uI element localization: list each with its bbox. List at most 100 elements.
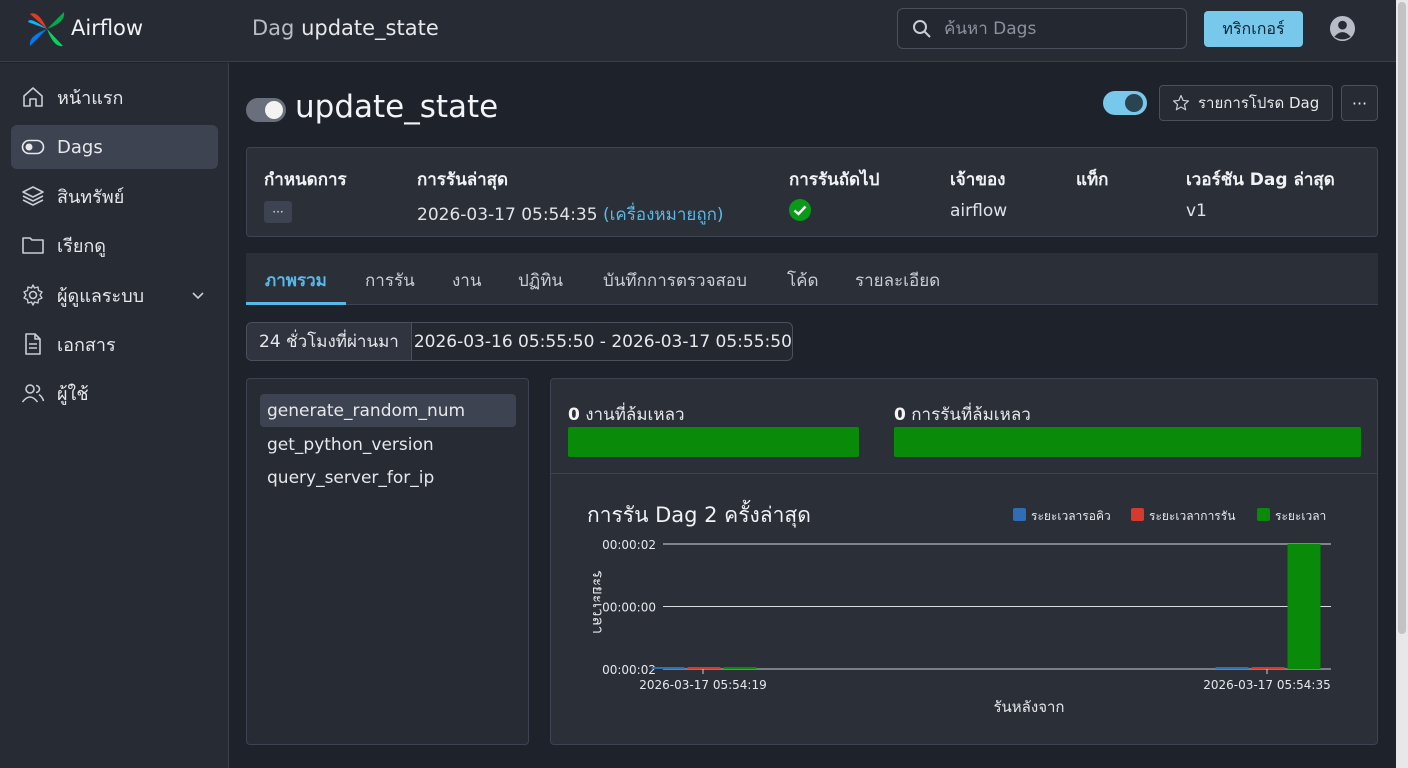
tab-overview[interactable]: ภาพรวม: [265, 267, 327, 294]
sidebar-item-label: หน้าแรก: [57, 87, 124, 109]
sidebar-item-label: เรียกดู: [57, 235, 106, 257]
failed-runs-label: การรันที่ล้มเหลว: [911, 405, 1031, 425]
sidebar-item-admin[interactable]: ผู้ดูแลระบบ: [11, 273, 218, 317]
version-column: เวอร์ชัน Dag ล่าสุด v1: [1186, 166, 1335, 221]
x-tick-label: 2026-03-17 05:54:35: [1203, 678, 1330, 692]
tab-details[interactable]: รายละเอียด: [855, 267, 940, 294]
schedule-label: กำหนดการ: [264, 170, 347, 190]
sidebar-item-label: สินทรัพย์: [57, 186, 125, 208]
tab-code[interactable]: โค้ด: [787, 267, 819, 294]
favorite-dag-label: รายการโปรด Dag: [1198, 94, 1320, 112]
chart-bar[interactable]: [1287, 544, 1321, 669]
legend-swatch[interactable]: [1013, 508, 1026, 521]
sidebar-item-dags[interactable]: Dags: [11, 125, 218, 169]
page-title: Dag update_state: [252, 16, 439, 40]
last-run-column: การรันล่าสุด 2026-03-17 05:54:35 (เครื่อ…: [417, 166, 724, 228]
layers-icon: [22, 186, 44, 206]
schedule-details-button[interactable]: ···: [264, 201, 292, 223]
sidebar-item-label: ผู้ใช้: [57, 383, 89, 405]
failed-tasks-stat[interactable]: 0 งานที่ล้มเหลว: [568, 401, 685, 428]
gear-icon: [23, 284, 43, 306]
failed-tasks-count: 0: [568, 405, 580, 425]
sidebar-item-label: ผู้ดูแลระบบ: [57, 285, 145, 307]
favorite-dag-button[interactable]: รายการโปรด Dag: [1159, 85, 1333, 121]
legend-label[interactable]: ระยะเวลารอคิว: [1031, 509, 1111, 523]
search-input[interactable]: [944, 18, 1164, 39]
trigger-button[interactable]: ทริกเกอร์: [1204, 11, 1303, 47]
sidebar-item-browse[interactable]: เรียกดู: [11, 223, 218, 267]
tab-calendar[interactable]: ปฏิทิน: [518, 267, 563, 294]
next-run-column: การรันถัดไป: [789, 166, 879, 225]
legend-label[interactable]: ระยะเวลา: [1275, 509, 1326, 523]
sidebar-item-users[interactable]: ผู้ใช้: [11, 371, 218, 415]
owner-value[interactable]: airflow: [950, 201, 1007, 221]
active-tab-indicator: [246, 302, 346, 305]
time-range-selector[interactable]: 24 ชั่วโมงที่ผ่านมา 2026-03-16 05:55:50 …: [246, 322, 793, 361]
failed-runs-count: 0: [894, 405, 906, 425]
dag-name-heading: update_state: [295, 89, 499, 125]
tags-label: แท็ก: [1076, 170, 1109, 190]
user-account-icon[interactable]: [1329, 15, 1356, 42]
chart-legend: ระยะเวลารอคิว ระยะเวลาการรัน ระยะเวลา: [1013, 508, 1326, 523]
users-icon: [21, 384, 45, 403]
tab-audit-log[interactable]: บันทึกการตรวจสอบ: [603, 267, 747, 294]
dag-tabs: ภาพรวม การรัน งาน ปฏิทิน บันทึกการตรวจสอ…: [246, 253, 1378, 305]
chart-bar[interactable]: [1215, 667, 1249, 669]
dag-toggle-icon: [21, 139, 45, 155]
folder-icon: [22, 237, 44, 254]
success-check-icon: [789, 199, 811, 221]
scrollbar-thumb[interactable]: [1398, 2, 1406, 634]
page-title-prefix: Dag: [252, 16, 295, 40]
version-value: v1: [1186, 201, 1207, 221]
y-tick-label: 00:00:02: [602, 663, 656, 677]
legend-swatch[interactable]: [1131, 508, 1144, 521]
dag-pause-toggle[interactable]: [246, 98, 286, 122]
dag-active-switch[interactable]: [1103, 91, 1147, 115]
y-tick-label: 00:00:00: [602, 601, 656, 615]
document-icon: [25, 333, 41, 355]
sidebar-item-label: เอกสาร: [57, 334, 116, 356]
tab-runs[interactable]: การรัน: [365, 267, 415, 294]
sidebar-item-home[interactable]: หน้าแรก: [11, 75, 218, 119]
task-list-panel: generate_random_num get_python_version q…: [246, 378, 529, 745]
more-actions-button[interactable]: ···: [1341, 85, 1378, 121]
chart-bar[interactable]: [1251, 667, 1285, 669]
page-title-name: update_state: [301, 16, 439, 40]
chart-bar[interactable]: [651, 667, 685, 669]
last-run-type-link[interactable]: (เครื่องหมายถูก): [603, 205, 724, 225]
last-run-label: การรันล่าสุด: [417, 170, 509, 190]
sidebar-item-docs[interactable]: เอกสาร: [11, 322, 218, 366]
last-run-datetime[interactable]: 2026-03-17 05:54:35: [417, 205, 598, 225]
stats-panel: 0 งานที่ล้มเหลว 0 การรันที่ล้มเหลว การรั…: [550, 378, 1378, 745]
sidebar-item-assets[interactable]: สินทรัพย์: [11, 174, 218, 218]
time-range-value[interactable]: 2026-03-16 05:55:50 - 2026-03-17 05:55:5…: [412, 332, 792, 352]
schedule-column: กำหนดการ ···: [264, 166, 347, 223]
chart-bar[interactable]: [723, 667, 757, 669]
task-item[interactable]: generate_random_num: [260, 394, 516, 427]
brand-name[interactable]: Airflow: [71, 16, 143, 40]
y-tick-label: 00:00:02: [602, 538, 656, 552]
airflow-logo-icon[interactable]: [26, 8, 68, 50]
search-box[interactable]: [897, 8, 1187, 49]
legend-swatch[interactable]: [1257, 508, 1270, 521]
x-tick-label: 2026-03-17 05:54:19: [639, 678, 766, 692]
task-item[interactable]: get_python_version: [260, 428, 516, 461]
task-item[interactable]: query_server_for_ip: [260, 461, 516, 494]
chart-bar[interactable]: [687, 667, 721, 669]
chart-grid: [663, 543, 1331, 670]
legend-label[interactable]: ระยะเวลาการรัน: [1149, 509, 1235, 523]
owner-column: เจ้าของ airflow: [950, 166, 1007, 221]
chart-x-axis-label: รันหลังจาก: [993, 698, 1064, 716]
top-bar: Airflow Dag update_state ทริกเกอร์: [0, 0, 1396, 62]
home-icon: [23, 87, 43, 107]
chart-y-ticks: 00:00:02 00:00:00 00:00:02: [602, 538, 656, 677]
tab-tasks[interactable]: งาน: [452, 267, 481, 294]
failed-runs-bar[interactable]: [894, 427, 1361, 457]
failed-runs-stat[interactable]: 0 การรันที่ล้มเหลว: [894, 401, 1031, 428]
last-run-value: 2026-03-17 05:54:35 (เครื่องหมายถูก): [417, 201, 724, 228]
chevron-down-icon[interactable]: [190, 287, 206, 303]
failed-tasks-bar[interactable]: [568, 427, 859, 457]
chart-y-axis-label: ระยะเวลา: [589, 570, 607, 634]
time-range-preset[interactable]: 24 ชั่วโมงที่ผ่านมา: [247, 323, 412, 360]
page-scrollbar[interactable]: [1396, 0, 1408, 768]
